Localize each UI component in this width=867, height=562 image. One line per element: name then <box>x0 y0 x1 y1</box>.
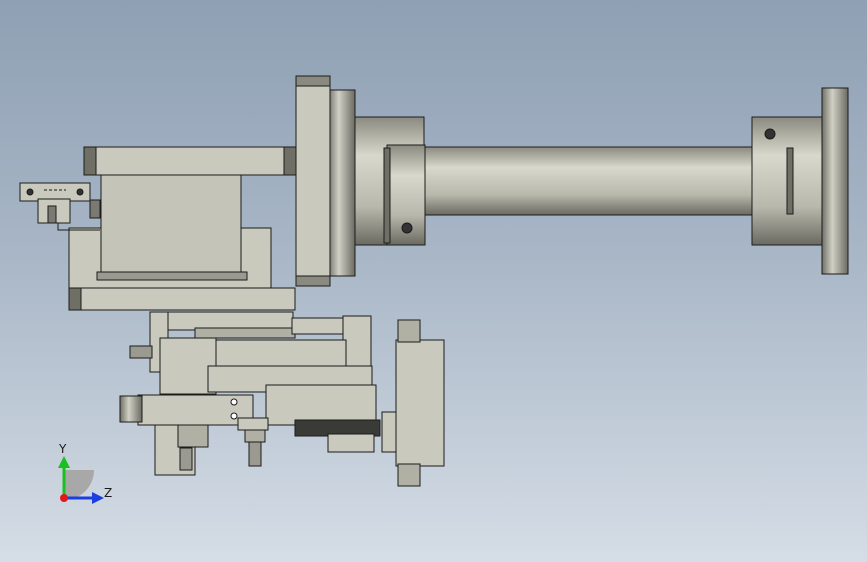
upper-frame <box>68 146 297 311</box>
z-axis-head <box>92 492 104 504</box>
end-flange <box>821 87 849 275</box>
gripper-mechanism <box>119 311 381 476</box>
mount-flange <box>327 89 356 277</box>
actuator-shaft <box>419 146 756 216</box>
coordinate-triad <box>58 456 104 504</box>
mount-plate <box>295 75 331 287</box>
x-axis-dot <box>60 494 68 502</box>
linear-actuator <box>295 75 849 287</box>
z-axis-label: Z <box>104 486 113 500</box>
clamp-bolt-right <box>764 128 776 140</box>
cad-viewport[interactable]: Y Z <box>0 0 867 562</box>
cad-model-view[interactable] <box>0 0 867 562</box>
y-axis-label: Y <box>59 442 67 456</box>
clamp-bolt-left <box>401 222 413 234</box>
y-axis-head <box>58 456 70 468</box>
side-cylinder <box>381 319 445 487</box>
motor-housing <box>100 174 242 279</box>
sensor-bracket <box>19 182 100 231</box>
